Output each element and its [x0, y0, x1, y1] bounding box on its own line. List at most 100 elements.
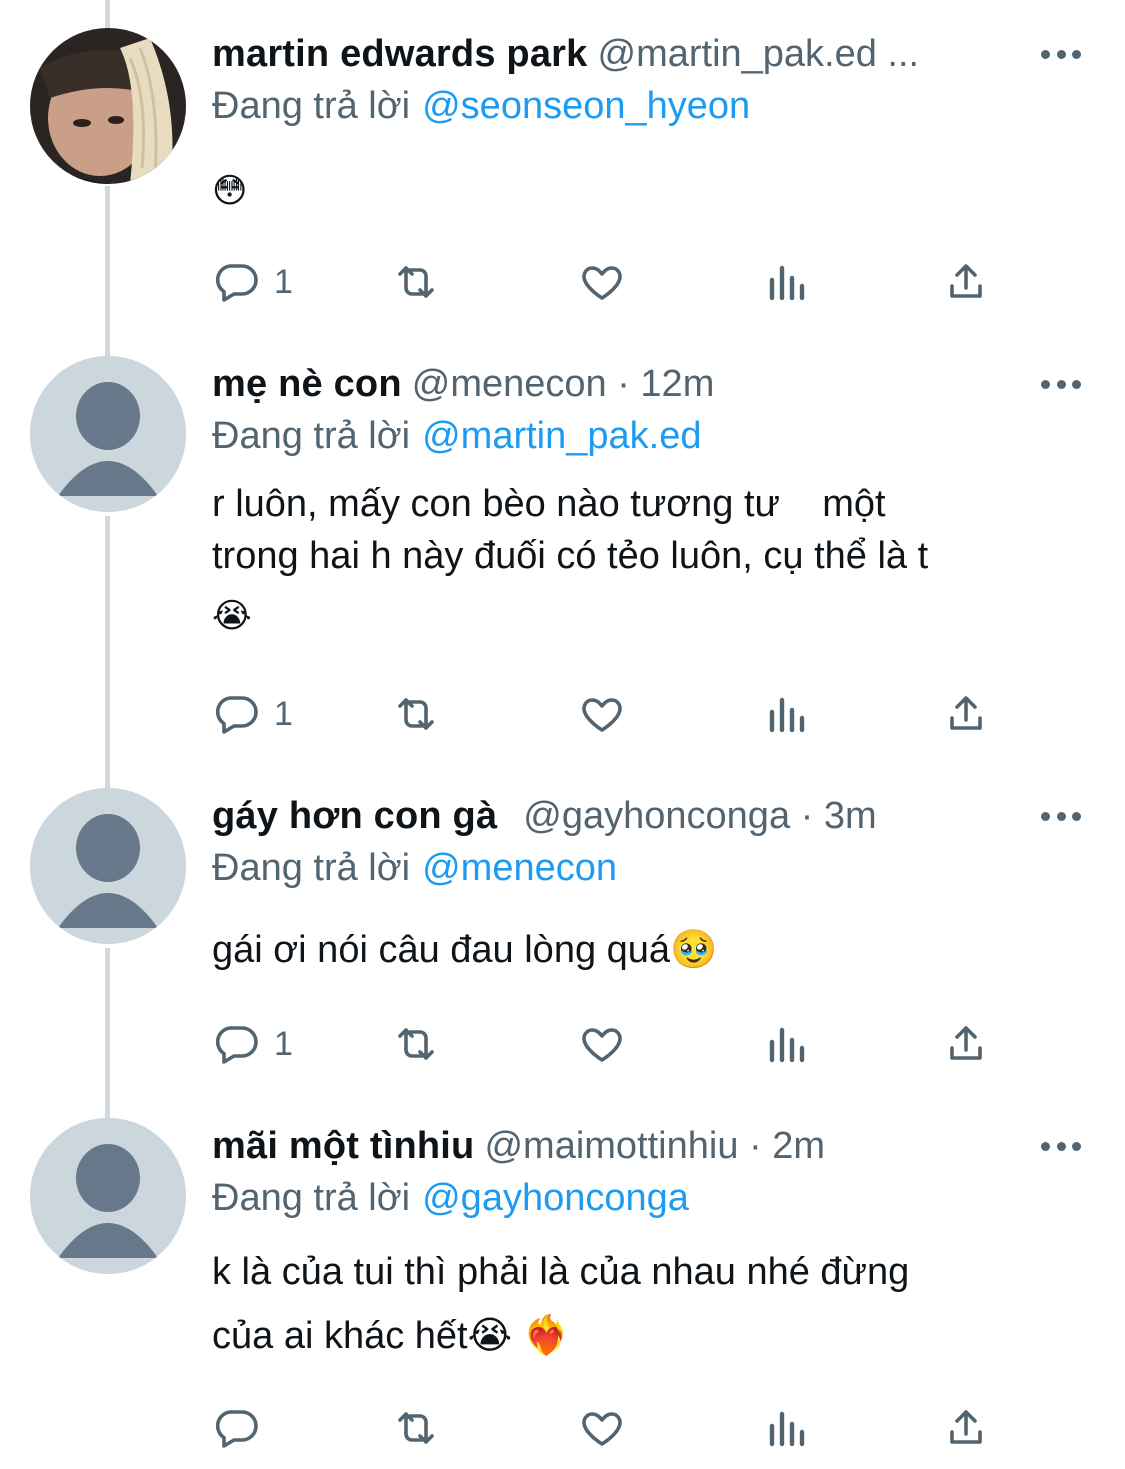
display-name[interactable]: gáy hơn con gà — [212, 795, 497, 837]
mention-link[interactable]: @gayhonconga — [422, 1177, 689, 1219]
more-icon[interactable] — [1041, 796, 1081, 836]
avatar[interactable] — [30, 788, 186, 944]
tweet[interactable]: mãi một tìnhiu @maimottinhiu · 2m Đang tr… — [0, 1118, 1125, 1469]
username-handle[interactable]: @martin_pak.ed ... — [598, 33, 920, 75]
share-icon — [950, 696, 982, 730]
timestamp[interactable]: · 3m — [790, 795, 877, 837]
action-bar: 1 — [212, 1016, 1012, 1072]
tweet-text-line: trong hai h này đuối có tẻo luôn, cụ thể… — [212, 535, 929, 577]
default-avatar-icon — [30, 1118, 186, 1274]
profile-photo — [30, 28, 186, 184]
reply-button[interactable]: 1 — [212, 254, 293, 310]
like-button[interactable] — [578, 1016, 626, 1072]
reply-icon — [215, 1026, 258, 1064]
more-icon[interactable] — [1041, 364, 1081, 404]
reply-thread: martin edwards park @martin_pak.ed ... Đa… — [0, 0, 1125, 1469]
tweet-header: mãi một tìnhiu @maimottinhiu · 2m — [212, 1122, 1025, 1170]
tweet[interactable]: gáy hơn con gà @gayhonconga · 3m Đang trả… — [0, 788, 1125, 1108]
replying-to: Đang trả lời @menecon — [212, 844, 617, 892]
default-avatar-icon — [30, 356, 186, 512]
tweet-text: 😳 — [212, 164, 1082, 217]
views-icon — [769, 265, 805, 301]
views-icon — [769, 1411, 805, 1447]
emoji: 😳 — [212, 172, 248, 210]
action-bar: 1 — [212, 254, 1012, 310]
retweet-icon — [398, 698, 434, 730]
retweet-button[interactable] — [392, 1016, 440, 1072]
replying-to: Đang trả lời @martin_pak.ed — [212, 412, 702, 460]
replying-to-label: Đang trả lời — [212, 1177, 411, 1219]
display-name[interactable]: mãi một tìnhiu — [212, 1125, 474, 1167]
mention-link[interactable]: @seonseon_hyeon — [422, 85, 750, 127]
share-button[interactable] — [942, 1016, 990, 1072]
retweet-icon — [398, 1028, 434, 1060]
like-button[interactable] — [578, 686, 626, 742]
views-button[interactable] — [762, 1016, 810, 1072]
tweet-header: mẹ nè con @menecon · 12m — [212, 360, 1025, 408]
reply-icon — [215, 264, 258, 302]
views-button[interactable] — [762, 686, 810, 742]
heart-icon — [582, 1412, 622, 1446]
tweet-text: gái ơi nói câu đau lòng quá🥹 — [212, 924, 1082, 976]
retweet-button[interactable] — [392, 686, 440, 742]
share-button[interactable] — [942, 1400, 990, 1456]
username-handle[interactable]: @maimottinhiu — [484, 1125, 738, 1167]
username-handle[interactable]: @gayhonconga — [523, 795, 790, 837]
reply-count: 1 — [274, 262, 293, 301]
like-button[interactable] — [578, 1400, 626, 1456]
share-icon — [950, 264, 982, 298]
display-name[interactable]: martin edwards park — [212, 33, 588, 75]
replying-to: Đang trả lời @gayhonconga — [212, 1174, 689, 1222]
more-icon[interactable] — [1041, 1126, 1081, 1166]
timestamp[interactable]: · 12m — [607, 363, 714, 405]
tweet-header: gáy hơn con gà @gayhonconga · 3m — [212, 792, 1025, 840]
mention-link[interactable]: @menecon — [422, 847, 617, 889]
tweet-text-line: của ai khác hết😭 ❤️‍🔥 — [212, 1315, 570, 1357]
like-button[interactable] — [578, 254, 626, 310]
tweet[interactable]: mẹ nè con @menecon · 12m Đang trả lời @mar… — [0, 356, 1125, 776]
reply-count: 1 — [274, 694, 293, 733]
reply-button[interactable]: 1 — [212, 686, 293, 742]
reply-button[interactable]: 1 — [212, 1016, 293, 1072]
avatar[interactable] — [30, 1118, 186, 1274]
timestamp[interactable]: · 2m — [738, 1125, 825, 1167]
tweet-text: k là của tui thì phải là của nhau nhé đừ… — [212, 1240, 1082, 1368]
mention-link[interactable]: @martin_pak.ed — [422, 415, 701, 457]
avatar[interactable] — [30, 28, 186, 184]
reply-icon — [215, 1410, 258, 1448]
share-icon — [950, 1026, 982, 1060]
username-handle[interactable]: @menecon — [412, 363, 607, 405]
reply-count: 1 — [274, 1024, 293, 1063]
tweet-text: r luôn, mấy con bèo nào tương tư một tro… — [212, 478, 1082, 642]
avatar[interactable] — [30, 356, 186, 512]
more-icon[interactable] — [1041, 34, 1081, 74]
tweet-text-line: r luôn, mấy con bèo nào tương tư một — [212, 483, 886, 525]
retweet-button[interactable] — [392, 254, 440, 310]
retweet-button[interactable] — [392, 1400, 440, 1456]
emoji: 😭 — [212, 597, 252, 635]
tweet-text-line: k là của tui thì phải là của nhau nhé đừ… — [212, 1251, 910, 1293]
heart-icon — [582, 1028, 622, 1062]
views-button[interactable] — [762, 254, 810, 310]
views-icon — [769, 1027, 805, 1063]
replying-to-label: Đang trả lời — [212, 415, 411, 457]
action-bar: 1 — [212, 686, 1012, 742]
views-icon — [769, 697, 805, 733]
tweet-text-line: gái ơi nói câu đau lòng quá🥹 — [212, 929, 718, 971]
share-button[interactable] — [942, 686, 990, 742]
share-icon — [950, 1410, 982, 1444]
reply-button[interactable] — [212, 1400, 274, 1456]
tweet[interactable]: martin edwards park @martin_pak.ed ... Đa… — [0, 0, 1125, 340]
retweet-icon — [398, 1412, 434, 1444]
replying-to: Đang trả lời @seonseon_hyeon — [212, 82, 750, 130]
display-name[interactable]: mẹ nè con — [212, 363, 402, 405]
retweet-icon — [398, 266, 434, 298]
reply-icon — [215, 696, 258, 734]
heart-icon — [582, 266, 622, 300]
replying-to-label: Đang trả lời — [212, 85, 411, 127]
replying-to-label: Đang trả lời — [212, 847, 411, 889]
views-button[interactable] — [762, 1400, 810, 1456]
default-avatar-icon — [30, 788, 186, 944]
action-bar — [212, 1400, 1012, 1456]
share-button[interactable] — [942, 254, 990, 310]
